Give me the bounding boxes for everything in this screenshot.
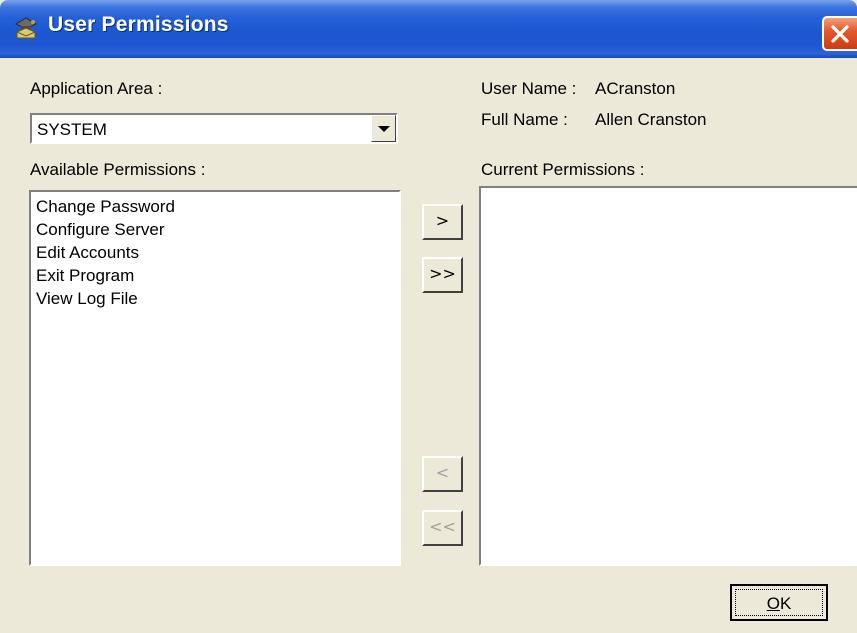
full-name-value: Allen Cranston xyxy=(595,110,707,129)
ok-button-label: OK xyxy=(735,589,823,616)
ok-mnemonic: O xyxy=(766,594,780,613)
application-area-dropdown[interactable]: SYSTEM xyxy=(30,113,398,144)
application-area-label: Application Area : xyxy=(30,79,163,98)
current-permissions-label: Current Permissions : xyxy=(481,160,645,179)
add-all-button[interactable]: >> xyxy=(422,257,463,293)
user-name-label: User Name : xyxy=(481,79,577,98)
user-permissions-dialog: User Permissions Application Area : SYST… xyxy=(0,0,857,633)
title-bar[interactable]: User Permissions xyxy=(0,0,857,58)
remove-selected-button[interactable]: < xyxy=(422,456,463,492)
list-item-exit-program[interactable]: Exit Program xyxy=(31,264,399,287)
available-permissions-list[interactable]: Change Password Configure Server Edit Ac… xyxy=(29,190,401,566)
list-item-change-password[interactable]: Change Password xyxy=(31,195,399,218)
user-name-value: ACranston xyxy=(595,79,676,98)
ok-label-rest: K xyxy=(779,594,792,613)
remove-all-button[interactable]: << xyxy=(422,510,463,546)
user-permissions-icon xyxy=(12,14,40,42)
application-area-value: SYSTEM xyxy=(37,120,107,139)
add-selected-button[interactable]: > xyxy=(422,204,463,240)
close-button[interactable] xyxy=(822,16,857,51)
available-permissions-label: Available Permissions : xyxy=(30,160,206,179)
full-name-label: Full Name : xyxy=(481,110,568,129)
chevron-down-icon[interactable] xyxy=(371,115,396,142)
ok-button[interactable]: OK xyxy=(730,584,828,621)
current-permissions-list[interactable] xyxy=(479,186,857,566)
list-item-configure-server[interactable]: Configure Server xyxy=(31,218,399,241)
list-item-view-log-file[interactable]: View Log File xyxy=(31,287,399,310)
window-title: User Permissions xyxy=(48,13,229,36)
list-item-edit-accounts[interactable]: Edit Accounts xyxy=(31,241,399,264)
